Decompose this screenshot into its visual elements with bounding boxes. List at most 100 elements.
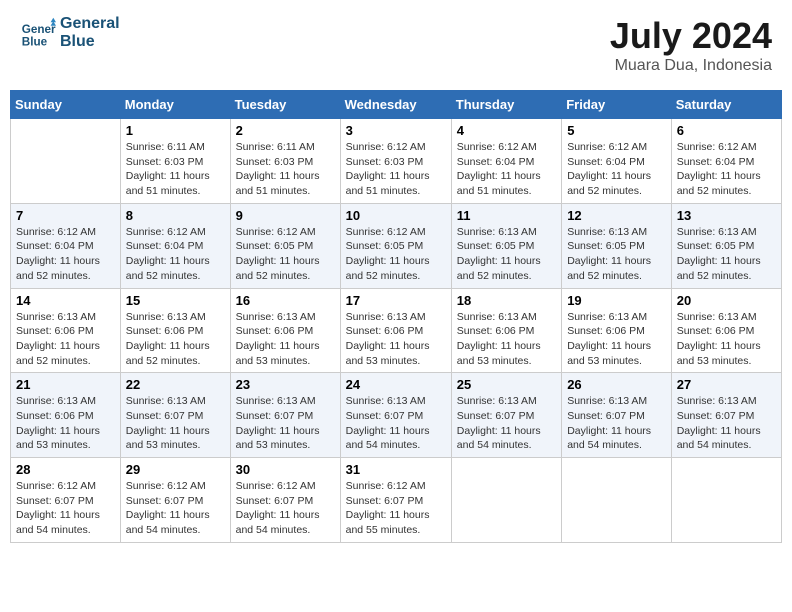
calendar-cell: 28 Sunrise: 6:12 AM Sunset: 6:07 PM Dayli… [11,458,121,543]
day-number: 29 [126,462,225,477]
calendar-cell: 20 Sunrise: 6:13 AM Sunset: 6:06 PM Dayli… [671,288,781,373]
calendar-cell: 10 Sunrise: 6:12 AM Sunset: 6:05 PM Dayli… [340,203,451,288]
calendar-header-row: SundayMondayTuesdayWednesdayThursdayFrid… [11,91,782,119]
day-info: Sunrise: 6:12 AM Sunset: 6:04 PM Dayligh… [567,140,666,199]
day-number: 23 [236,377,335,392]
day-number: 14 [16,293,115,308]
day-number: 19 [567,293,666,308]
logo-text-line1: General [60,15,120,33]
calendar-cell: 8 Sunrise: 6:12 AM Sunset: 6:04 PM Daylig… [120,203,230,288]
calendar-cell: 6Sunrise: 6:12 AM Sunset: 6:04 PM Daylig… [671,119,781,204]
day-info: Sunrise: 6:11 AM Sunset: 6:03 PM Dayligh… [236,140,335,199]
calendar-cell: 12Sunrise: 6:13 AM Sunset: 6:05 PM Dayli… [562,203,672,288]
calendar-week-row: 28 Sunrise: 6:12 AM Sunset: 6:07 PM Dayli… [11,458,782,543]
day-info: Sunrise: 6:12 AM Sunset: 6:07 PM Dayligh… [126,479,225,538]
calendar-cell: 3 Sunrise: 6:12 AM Sunset: 6:03 PM Daylig… [340,119,451,204]
day-number: 17 [346,293,446,308]
day-number: 1 [126,123,225,138]
day-number: 8 [126,208,225,223]
day-number: 25 [457,377,556,392]
calendar-cell: 1 Sunrise: 6:11 AM Sunset: 6:03 PM Daylig… [120,119,230,204]
calendar-cell: 5Sunrise: 6:12 AM Sunset: 6:04 PM Daylig… [562,119,672,204]
day-number: 24 [346,377,446,392]
day-number: 3 [346,123,446,138]
day-number: 20 [677,293,776,308]
day-info: Sunrise: 6:13 AM Sunset: 6:07 PM Dayligh… [457,394,556,453]
weekday-header: Thursday [451,91,561,119]
day-info: Sunrise: 6:13 AM Sunset: 6:07 PM Dayligh… [236,394,335,453]
day-info: Sunrise: 6:13 AM Sunset: 6:06 PM Dayligh… [126,310,225,369]
day-number: 12 [567,208,666,223]
location: Muara Dua, Indonesia [610,57,772,75]
calendar-cell: 27 Sunrise: 6:13 AM Sunset: 6:07 PM Dayli… [671,373,781,458]
day-info: Sunrise: 6:13 AM Sunset: 6:07 PM Dayligh… [346,394,446,453]
logo-icon: General Blue [20,15,56,51]
day-number: 4 [457,123,556,138]
calendar-week-row: 21 Sunrise: 6:13 AM Sunset: 6:06 PM Dayli… [11,373,782,458]
calendar-cell: 23 Sunrise: 6:13 AM Sunset: 6:07 PM Dayli… [230,373,340,458]
page-header: General Blue General Blue July 2024 Muar… [10,10,782,80]
calendar-cell [562,458,672,543]
day-info: Sunrise: 6:13 AM Sunset: 6:07 PM Dayligh… [126,394,225,453]
svg-text:General: General [22,23,56,36]
day-info: Sunrise: 6:13 AM Sunset: 6:05 PM Dayligh… [677,225,776,284]
day-number: 13 [677,208,776,223]
day-info: Sunrise: 6:13 AM Sunset: 6:06 PM Dayligh… [346,310,446,369]
title-block: July 2024 Muara Dua, Indonesia [610,15,772,75]
day-number: 30 [236,462,335,477]
calendar-cell: 2Sunrise: 6:11 AM Sunset: 6:03 PM Daylig… [230,119,340,204]
day-info: Sunrise: 6:13 AM Sunset: 6:06 PM Dayligh… [16,394,115,453]
day-info: Sunrise: 6:12 AM Sunset: 6:04 PM Dayligh… [126,225,225,284]
calendar-week-row: 1 Sunrise: 6:11 AM Sunset: 6:03 PM Daylig… [11,119,782,204]
calendar-body: 1 Sunrise: 6:11 AM Sunset: 6:03 PM Daylig… [11,119,782,543]
calendar-cell: 16Sunrise: 6:13 AM Sunset: 6:06 PM Dayli… [230,288,340,373]
day-info: Sunrise: 6:11 AM Sunset: 6:03 PM Dayligh… [126,140,225,199]
day-number: 31 [346,462,446,477]
calendar-table: SundayMondayTuesdayWednesdayThursdayFrid… [10,90,782,543]
day-info: Sunrise: 6:12 AM Sunset: 6:04 PM Dayligh… [16,225,115,284]
logo: General Blue General Blue [20,15,120,51]
calendar-cell: 15 Sunrise: 6:13 AM Sunset: 6:06 PM Dayli… [120,288,230,373]
svg-text:Blue: Blue [22,36,48,49]
month-title: July 2024 [610,15,772,57]
calendar-cell: 31Sunrise: 6:12 AM Sunset: 6:07 PM Dayli… [340,458,451,543]
day-number: 21 [16,377,115,392]
calendar-cell: 4 Sunrise: 6:12 AM Sunset: 6:04 PM Daylig… [451,119,561,204]
calendar-cell [671,458,781,543]
day-number: 27 [677,377,776,392]
calendar-cell: 25 Sunrise: 6:13 AM Sunset: 6:07 PM Dayli… [451,373,561,458]
calendar-cell: 30 Sunrise: 6:12 AM Sunset: 6:07 PM Dayli… [230,458,340,543]
weekday-header: Wednesday [340,91,451,119]
day-info: Sunrise: 6:12 AM Sunset: 6:05 PM Dayligh… [236,225,335,284]
day-info: Sunrise: 6:12 AM Sunset: 6:04 PM Dayligh… [457,140,556,199]
weekday-header: Sunday [11,91,121,119]
day-number: 11 [457,208,556,223]
calendar-cell: 22Sunrise: 6:13 AM Sunset: 6:07 PM Dayli… [120,373,230,458]
calendar-cell: 11Sunrise: 6:13 AM Sunset: 6:05 PM Dayli… [451,203,561,288]
calendar-cell: 17 Sunrise: 6:13 AM Sunset: 6:06 PM Dayli… [340,288,451,373]
calendar-cell: 19Sunrise: 6:13 AM Sunset: 6:06 PM Dayli… [562,288,672,373]
weekday-header: Saturday [671,91,781,119]
calendar-cell: 24 Sunrise: 6:13 AM Sunset: 6:07 PM Dayli… [340,373,451,458]
day-number: 6 [677,123,776,138]
day-number: 18 [457,293,556,308]
day-info: Sunrise: 6:13 AM Sunset: 6:06 PM Dayligh… [457,310,556,369]
calendar-cell [11,119,121,204]
day-info: Sunrise: 6:13 AM Sunset: 6:06 PM Dayligh… [236,310,335,369]
calendar-cell: 18 Sunrise: 6:13 AM Sunset: 6:06 PM Dayli… [451,288,561,373]
calendar-cell: 21 Sunrise: 6:13 AM Sunset: 6:06 PM Dayli… [11,373,121,458]
day-info: Sunrise: 6:13 AM Sunset: 6:06 PM Dayligh… [677,310,776,369]
day-number: 15 [126,293,225,308]
day-info: Sunrise: 6:12 AM Sunset: 6:05 PM Dayligh… [346,225,446,284]
day-info: Sunrise: 6:13 AM Sunset: 6:07 PM Dayligh… [677,394,776,453]
weekday-header: Tuesday [230,91,340,119]
logo-text-line2: Blue [60,33,120,51]
day-info: Sunrise: 6:12 AM Sunset: 6:03 PM Dayligh… [346,140,446,199]
day-number: 10 [346,208,446,223]
calendar-cell: 9Sunrise: 6:12 AM Sunset: 6:05 PM Daylig… [230,203,340,288]
calendar-cell [451,458,561,543]
day-info: Sunrise: 6:12 AM Sunset: 6:07 PM Dayligh… [16,479,115,538]
day-number: 28 [16,462,115,477]
day-number: 26 [567,377,666,392]
day-info: Sunrise: 6:12 AM Sunset: 6:07 PM Dayligh… [236,479,335,538]
